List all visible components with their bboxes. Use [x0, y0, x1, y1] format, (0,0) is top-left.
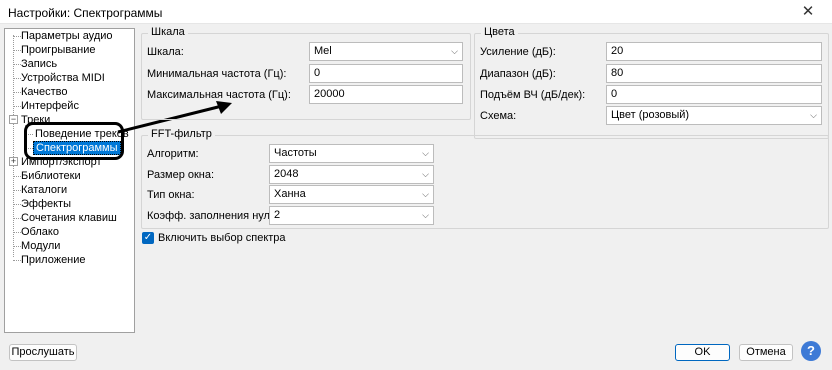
gain-input[interactable]: 20 — [606, 42, 822, 61]
help-icon[interactable]: ? — [801, 341, 821, 361]
window-type-label: Тип окна: — [147, 189, 195, 201]
scale-label: Шкала: — [147, 46, 184, 58]
tree-item-audio-settings[interactable]: Параметры аудио — [19, 30, 115, 43]
fft-group-title: FFT-фильтр — [148, 128, 215, 140]
scale-dropdown[interactable]: Mel ⌵ — [309, 42, 463, 61]
chevron-down-icon: ⌵ — [451, 46, 458, 56]
preview-button[interactable]: Прослушать — [9, 344, 77, 361]
tree-item-recording[interactable]: Запись — [19, 58, 59, 71]
algorithm-label: Алгоритм: — [147, 148, 199, 160]
min-frequency-input[interactable]: 0 — [309, 64, 463, 83]
chevron-down-icon: ⌵ — [422, 189, 429, 199]
tree-item-midi-devices[interactable]: Устройства MIDI — [19, 72, 107, 85]
tree-item-modules[interactable]: Модули — [19, 240, 62, 253]
tree-item-effects[interactable]: Эффекты — [19, 198, 73, 211]
window-title: Настройки: Спектрограммы — [8, 6, 163, 20]
colors-group-title: Цвета — [481, 26, 518, 38]
scale-group-title: Шкала — [148, 26, 188, 38]
fft-group: FFT-фильтр Алгоритм: Частоты ⌵ Размер окн… — [141, 128, 829, 229]
collapse-icon[interactable]: − — [9, 115, 18, 124]
scheme-dropdown[interactable]: Цвет (розовый) ⌵ — [606, 106, 822, 125]
chevron-down-icon: ⌵ — [810, 110, 817, 120]
chevron-down-icon: ⌵ — [422, 169, 429, 179]
ok-button[interactable]: OK — [675, 344, 730, 361]
category-tree[interactable]: Параметры аудио Проигрывание Запись Устр… — [4, 28, 135, 333]
algorithm-dropdown[interactable]: Частоты ⌵ — [269, 144, 434, 163]
max-frequency-input[interactable]: 20000 — [309, 85, 463, 104]
tree-item-shortcuts[interactable]: Сочетания клавиш — [19, 212, 119, 225]
scheme-label: Схема: — [480, 110, 517, 122]
gain-label: Усиление (дБ): — [480, 46, 556, 58]
tree-item-libraries[interactable]: Библиотеки — [19, 170, 83, 183]
range-input[interactable]: 80 — [606, 64, 822, 83]
hf-boost-label: Подъём ВЧ (дБ/дек): — [480, 89, 586, 101]
hf-boost-input[interactable]: 0 — [606, 85, 822, 104]
tree-item-cloud[interactable]: Облако — [19, 226, 61, 239]
tree-item-interface[interactable]: Интерфейс — [19, 100, 81, 113]
scale-group: Шкала Шкала: Mel ⌵ Минимальная частота (Г… — [141, 26, 471, 120]
chevron-down-icon: ⌵ — [422, 210, 429, 220]
window-size-label: Размер окна: — [147, 169, 215, 181]
max-frequency-label: Максимальная частота (Гц): — [147, 89, 291, 101]
expand-icon[interactable]: + — [9, 157, 18, 166]
colors-group: Цвета Усиление (дБ): 20 Диапазон (дБ): 8… — [474, 26, 829, 139]
zero-padding-dropdown[interactable]: 2 ⌵ — [269, 206, 434, 225]
spectral-selection-checkbox[interactable]: ✓ — [142, 232, 154, 244]
tree-item-application[interactable]: Приложение — [19, 254, 88, 267]
spectral-selection-label: Включить выбор спектра — [158, 232, 286, 244]
tree-item-playback[interactable]: Проигрывание — [19, 44, 98, 57]
tree-item-directories[interactable]: Каталоги — [19, 184, 69, 197]
dialog-client: Параметры аудио Проигрывание Запись Устр… — [0, 24, 832, 370]
cancel-button[interactable]: Отмена — [739, 344, 793, 361]
close-icon[interactable]: ✕ — [788, 0, 828, 24]
min-frequency-label: Минимальная частота (Гц): — [147, 68, 287, 80]
chevron-down-icon: ⌵ — [422, 148, 429, 158]
range-label: Диапазон (дБ): — [480, 68, 556, 80]
window-type-dropdown[interactable]: Ханна ⌵ — [269, 185, 434, 204]
window-size-dropdown[interactable]: 2048 ⌵ — [269, 165, 434, 184]
tree-item-quality[interactable]: Качество — [19, 86, 70, 99]
title-bar: Настройки: Спектрограммы ✕ — [0, 0, 832, 24]
